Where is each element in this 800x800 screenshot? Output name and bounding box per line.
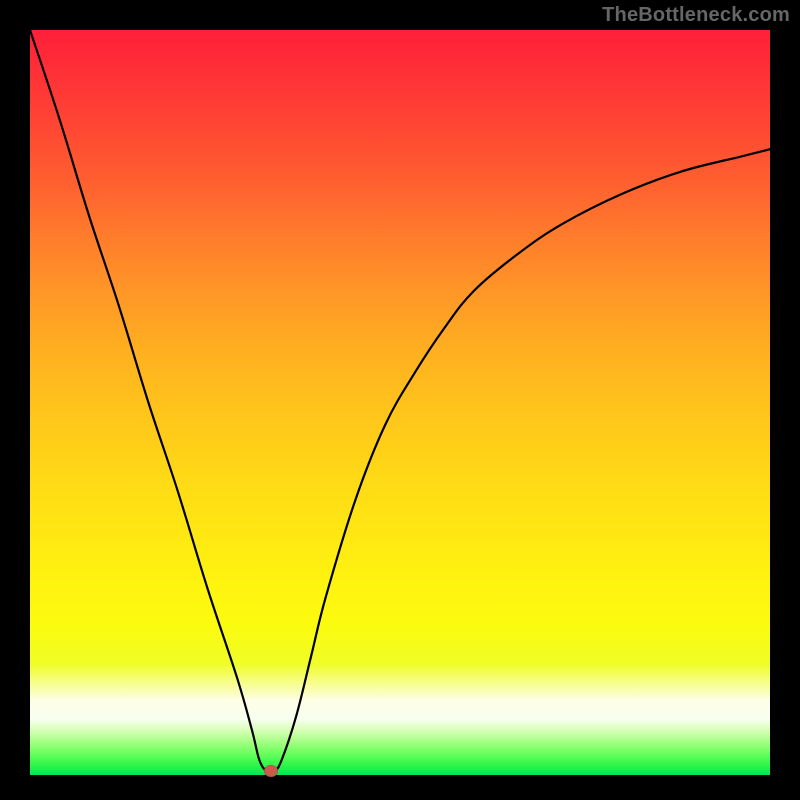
- chart-stage: TheBottleneck.com: [0, 0, 800, 800]
- plot-area: [30, 30, 770, 775]
- bottleneck-curve: [30, 30, 770, 775]
- watermark-text: TheBottleneck.com: [602, 4, 790, 27]
- optimum-marker-icon: [264, 765, 278, 777]
